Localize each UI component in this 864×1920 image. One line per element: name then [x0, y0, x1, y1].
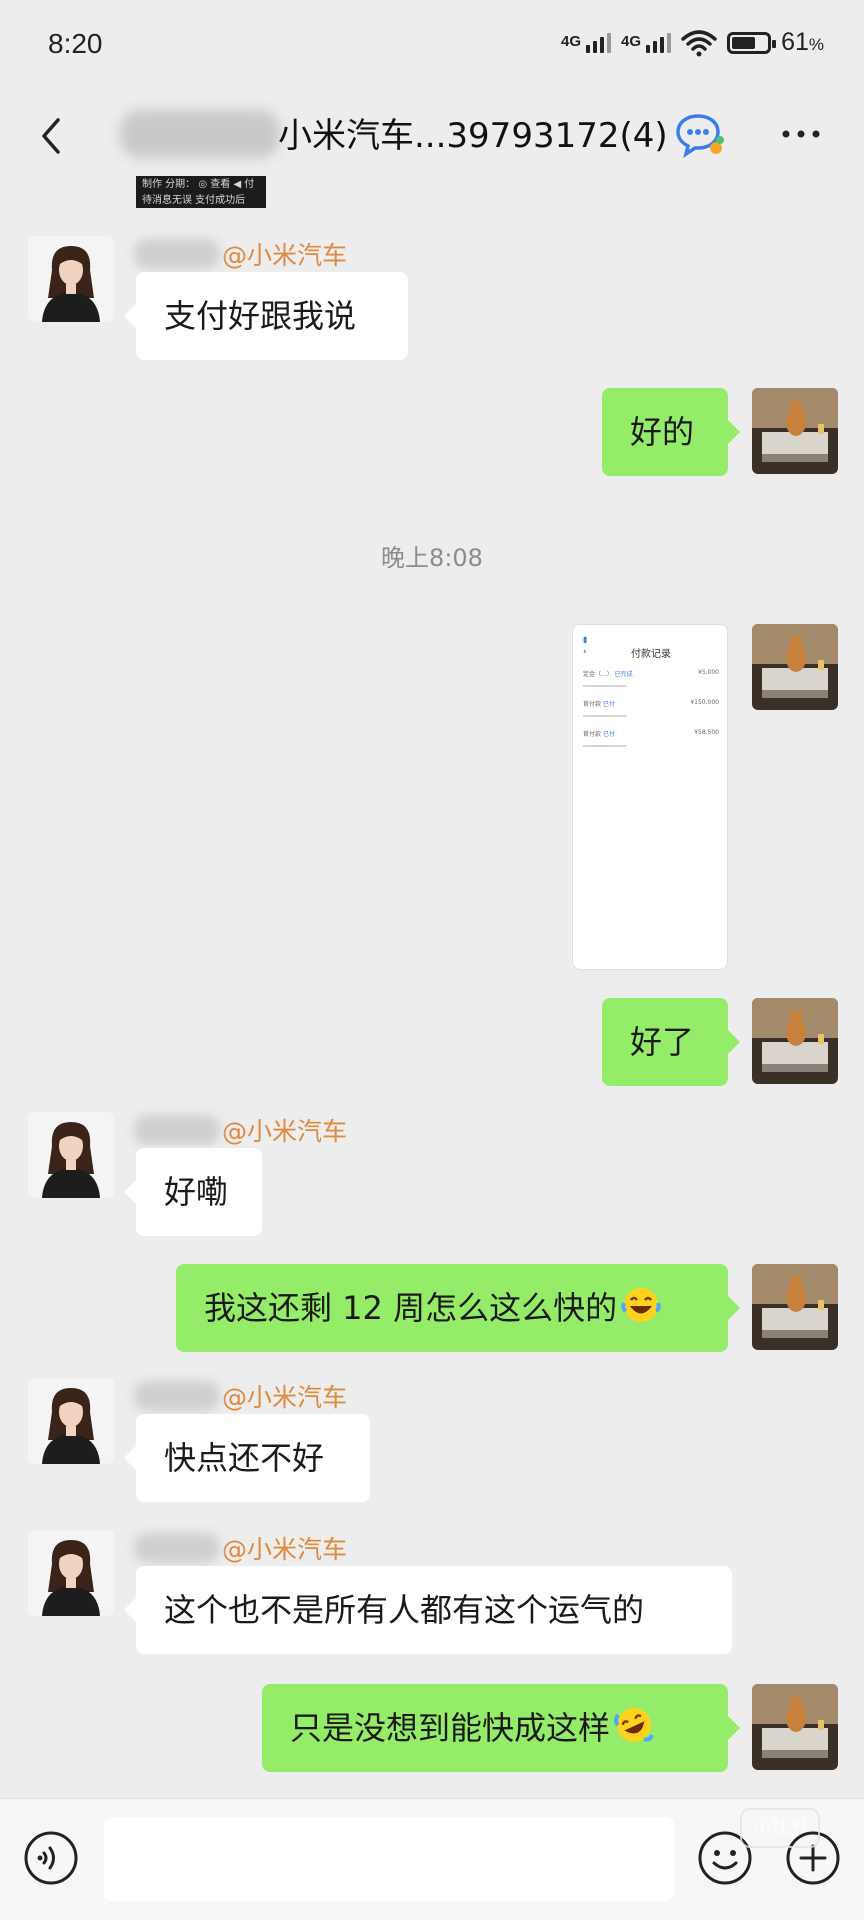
avatar-agent[interactable]: [28, 236, 114, 322]
previous-image-fragment[interactable]: 制作 分期： ◎ 查看 ◀ 付 待消息无误 支付成功后: [136, 176, 266, 208]
battery-unit: %: [808, 35, 824, 54]
voice-icon[interactable]: [22, 1829, 80, 1887]
message-bubble[interactable]: 好了: [602, 998, 740, 1086]
chat-title[interactable]: 小米汽车...39793172(4): [278, 108, 668, 157]
battery-icon: [727, 31, 777, 54]
watermark-text: 小红书号：: [580, 1876, 691, 1901]
avatar-agent[interactable]: [28, 1378, 114, 1464]
message-bubble[interactable]: 这个也不是所有人都有这个运气的: [124, 1566, 732, 1654]
screenshot-row-label: 定金（...）: [583, 671, 613, 678]
screenshot-row-amount: ¥150,000: [690, 699, 719, 706]
message-text: 只是没想到能快成这样: [290, 1709, 611, 1747]
laughing-tears-emoji-icon: [621, 1288, 661, 1322]
more-dots-icon[interactable]: [776, 116, 826, 152]
wifi-icon: [681, 29, 717, 56]
screenshot-row-label: 首付款: [583, 731, 602, 738]
avatar-self[interactable]: [752, 1264, 838, 1350]
screenshot-row-tag: 已付: [602, 731, 615, 738]
avatar-agent[interactable]: [28, 1112, 114, 1198]
screenshot-row-tag: 已完成: [614, 671, 633, 678]
message-text: 我这还剩 12 周怎么这么快的: [204, 1289, 618, 1327]
message-bubble[interactable]: 好的: [602, 388, 740, 476]
sender-name: @小米汽车: [134, 236, 347, 270]
screenshot-row-tag: 已付: [602, 701, 615, 708]
status-bar: 8:20 4G 4G 61%: [0, 0, 864, 92]
screenshot-title: 付款记录: [631, 649, 671, 660]
payment-screenshot-image[interactable]: ▮ ‹ 付款记录 定金（...） 已完成 ¥5,000 ━━━━━━━━━━━━…: [572, 624, 728, 970]
avatar-self[interactable]: [752, 624, 838, 710]
status-icons: 4G 4G 61%: [561, 28, 824, 57]
screenshot-row-amount: ¥58,500: [694, 729, 719, 736]
screenshot-row-amount: ¥5,000: [698, 669, 719, 676]
back-icon[interactable]: [32, 114, 72, 158]
fragment-line-1: 制作 分期： ◎ 查看 ◀ 付: [142, 179, 255, 190]
sender-name: @小米汽车: [134, 1112, 347, 1146]
watermark-logo: 小红书: [740, 1808, 820, 1848]
avatar-agent[interactable]: [28, 1530, 114, 1616]
avatar-self[interactable]: [752, 998, 838, 1084]
fragment-line-2: 待消息无误 支付成功后: [142, 195, 246, 206]
message-bubble[interactable]: 只是没想到能快成这样: [262, 1684, 740, 1772]
avatar-self[interactable]: [752, 388, 838, 474]
sender-name: @小米汽车: [134, 1378, 347, 1412]
title-blurred-name: [120, 110, 280, 158]
message-bubble[interactable]: 好嘞: [124, 1148, 262, 1236]
status-time: 8:20: [48, 28, 103, 59]
battery-percent: 61: [781, 28, 809, 56]
cellular-signal-icon-2: 4G: [621, 32, 672, 53]
message-bubble[interactable]: 快点还不好: [124, 1414, 370, 1502]
group-chat-icon[interactable]: [674, 110, 726, 160]
chat-header: 小米汽车...39793172(4): [0, 92, 864, 180]
input-bar: [0, 1798, 864, 1920]
rolling-laughing-emoji-icon: [614, 1708, 654, 1742]
avatar-self[interactable]: [752, 1684, 838, 1770]
screenshot-row-label: 首付款: [583, 701, 602, 708]
time-separator: 晚上8:08: [381, 544, 483, 572]
message-bubble[interactable]: 我这还剩 12 周怎么这么快的: [176, 1264, 740, 1352]
sender-name: @小米汽车: [134, 1530, 347, 1564]
cellular-signal-icon: 4G: [561, 32, 612, 53]
message-bubble[interactable]: 支付好跟我说: [124, 272, 408, 360]
